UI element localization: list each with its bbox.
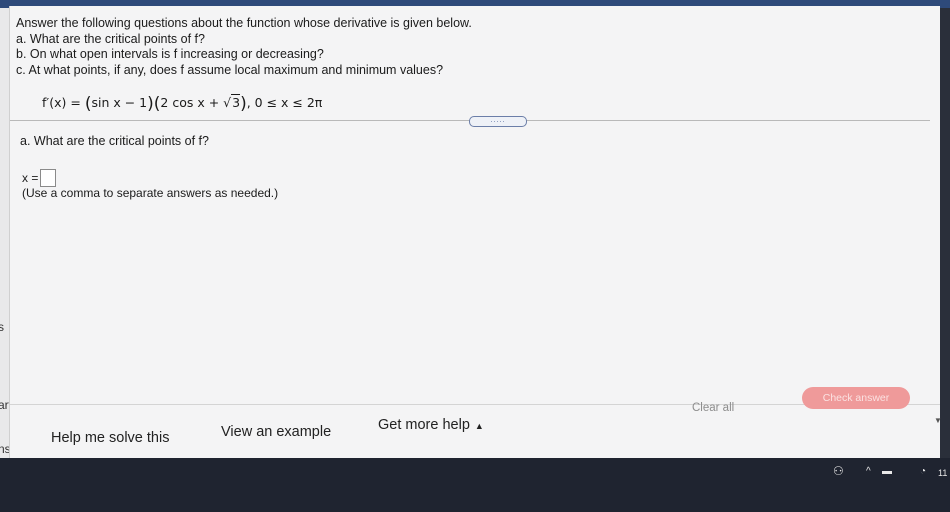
question-part-a: a. What are the critical points of f? — [16, 31, 205, 46]
clear-all-button[interactable]: Clear all — [692, 402, 734, 414]
battery-icon[interactable]: ▬ — [882, 466, 892, 477]
sqrt-icon: √ — [223, 95, 232, 110]
view-example-button[interactable]: View an example — [221, 424, 331, 440]
formula-factor1: sin x − 1 — [91, 95, 148, 110]
answer-label: x = — [22, 171, 39, 185]
scroll-down-icon[interactable]: ▼ — [934, 416, 942, 425]
part-a-prompt: a. What are the critical points of f? — [20, 134, 209, 148]
question-panel: Answer the following questions about the… — [9, 6, 942, 458]
clock-text[interactable]: 11 — [938, 468, 947, 478]
critical-points-input[interactable] — [40, 169, 57, 187]
answer-hint: (Use a comma to separate answers as need… — [22, 186, 279, 200]
derivative-formula: f′(x) = (sin x − 1)(2 cos x + √3), 0 ≤ x… — [42, 94, 323, 114]
check-answer-button[interactable]: Check answer — [802, 387, 910, 409]
question-text: Answer the following questions about the… — [16, 16, 472, 78]
left-panel-label: s — [0, 320, 4, 334]
formula-factor2: 2 cos x + — [160, 95, 224, 110]
chevron-up-icon[interactable]: ^ — [866, 466, 871, 477]
expand-button[interactable]: ..... — [469, 116, 527, 127]
help-me-solve-button[interactable]: Help me solve this — [51, 430, 169, 446]
wifi-icon[interactable]: ◔ — [920, 466, 926, 477]
formula-sqrt-arg: 3 — [231, 94, 241, 110]
taskbar: ⚇ ^ ▬ ◔ 11 — [0, 458, 950, 512]
formula-lhs: f′(x) = — [42, 95, 85, 110]
question-intro: Answer the following questions about the… — [16, 16, 472, 30]
get-more-help-button[interactable]: Get more help ▲ — [378, 417, 484, 433]
people-icon[interactable]: ⚇ — [833, 464, 844, 478]
question-part-b: b. On what open intervals is f increasin… — [16, 47, 324, 61]
left-panel-edge: s ary ns — [0, 8, 15, 468]
footer-divider — [10, 404, 940, 405]
answer-row: x = — [22, 169, 57, 187]
caret-up-icon: ▲ — [474, 421, 484, 431]
question-part-c: c. At what points, if any, does f assume… — [16, 62, 444, 77]
formula-domain: , 0 ≤ x ≤ 2π — [246, 95, 323, 110]
get-more-help-label: Get more help — [378, 417, 470, 433]
